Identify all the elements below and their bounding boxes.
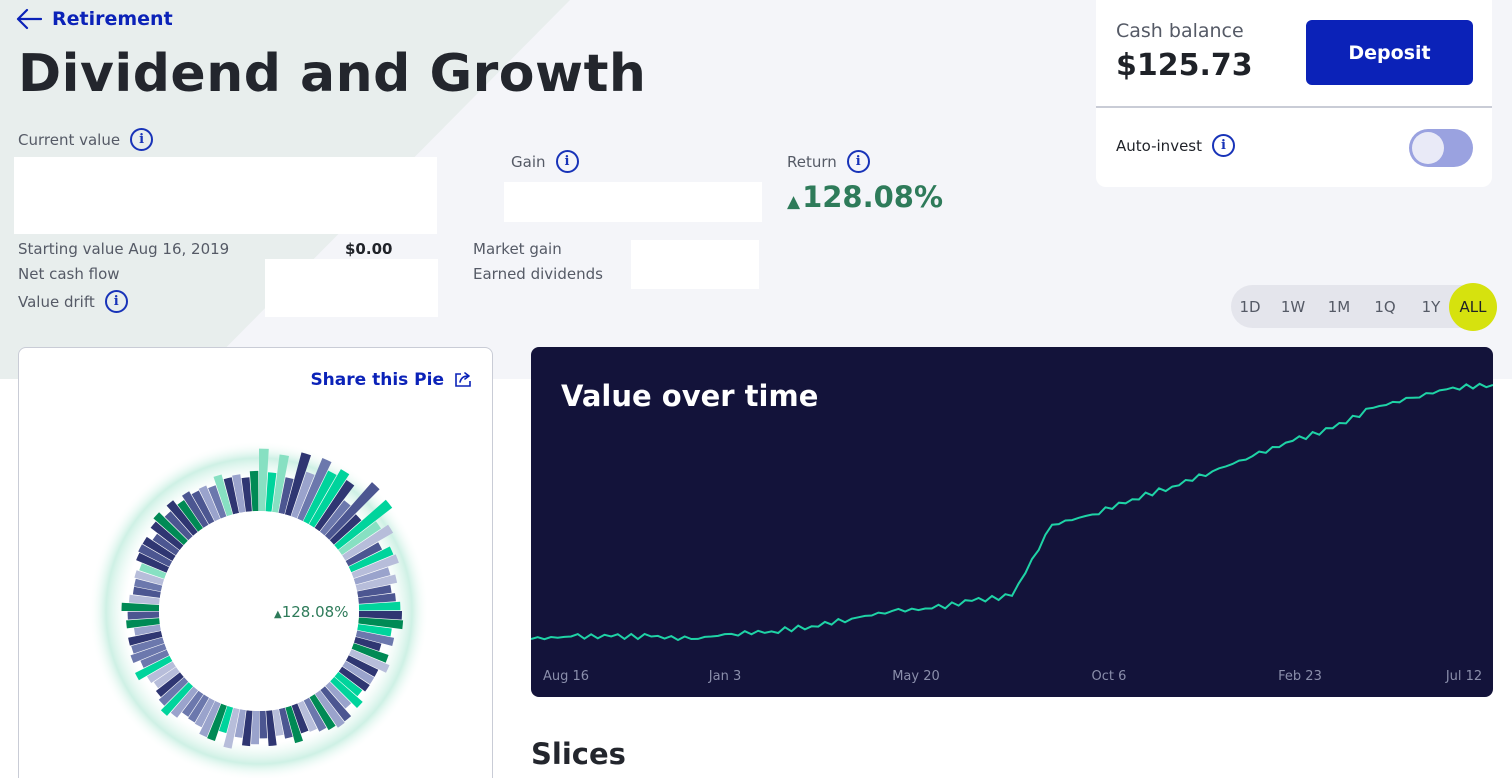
auto-invest-label: Auto-invest [1116,136,1202,155]
net-cash-flow-redacted [265,259,438,317]
arrow-left-icon [16,8,42,30]
info-icon[interactable]: i [104,290,128,313]
pie-center-return-value: 128.08% [281,603,349,621]
x-tick-label: Feb 23 [1278,669,1322,684]
starting-value-label-text: Starting value Aug 16, 2019 [18,240,230,258]
up-triangle-icon: ▲ [787,192,801,212]
value-over-time-chart: Value over time Aug 16 Jan 3 May 20 Oct 6 Fe… [531,347,1493,697]
auto-invest-toggle[interactable] [1409,129,1473,167]
value-drift-label: Value drift [18,292,95,311]
x-tick-label: Jul 12 [1445,669,1483,684]
current-value-label: Current value [18,130,121,149]
line-chart-svg [531,382,1493,642]
earned-dividends-label: Earned dividends [473,265,603,283]
info-icon[interactable]: i [1212,134,1235,157]
range-1d[interactable]: 1D [1239,298,1260,316]
x-tick-label: May 20 [892,669,940,684]
info-icon[interactable]: i [130,128,154,151]
net-cash-flow-label: Net cash flow [18,265,120,283]
current-value-label-row: Current value i [18,128,154,151]
gain-label: Gain [511,152,546,171]
pie-ring-chart [89,441,429,778]
back-link-label: Retirement [52,8,173,30]
range-1w[interactable]: 1W [1281,298,1305,316]
auto-invest-row: Auto-invest i [1116,134,1235,157]
earned-dividends-label-text: Earned dividends [473,265,603,283]
back-link[interactable]: Retirement [16,8,173,30]
starting-value-label: Starting value Aug 16, 2019 [18,240,229,258]
pie-card: Share this Pie ▲128.08% [18,347,493,778]
x-tick-label: Aug 16 [542,669,590,684]
value-line [531,382,1493,642]
toggle-knob [1412,132,1444,164]
return-value: ▲ 128.08% [787,180,943,214]
return-percent: 128.08% [802,180,944,214]
value-drift-label-row: Value drift i [18,290,128,313]
info-icon[interactable]: i [555,150,579,173]
info-icon[interactable]: i [846,150,870,173]
x-tick-label: Jan 3 [708,669,742,684]
page-title: Dividend and Growth [18,44,647,104]
market-values-redacted [631,240,759,289]
x-tick-label: Oct 6 [1091,669,1127,684]
range-1y[interactable]: 1Y [1422,298,1441,316]
cash-balance-label: Cash balance [1116,20,1244,42]
return-label-row: Return i [787,150,870,173]
net-cash-flow-label-text: Net cash flow [18,265,120,283]
market-gain-label: Market gain [473,240,562,258]
current-value-redacted [14,157,437,234]
gain-label-row: Gain i [511,150,579,173]
range-1q[interactable]: 1Q [1374,298,1395,316]
time-range-selector: 1D 1W 1M 1Q 1Y ALL [1231,283,1497,331]
cash-balance-amount: $125.73 [1116,48,1253,83]
range-all[interactable]: ALL [1449,283,1497,331]
slices-heading: Slices [531,737,626,771]
up-triangle-icon: ▲ [274,609,282,620]
return-label: Return [787,152,837,171]
card-divider [1096,106,1492,108]
gain-value-redacted [504,182,762,222]
range-1m[interactable]: 1M [1328,298,1351,316]
market-gain-label-text: Market gain [473,240,562,258]
deposit-button[interactable]: Deposit [1306,20,1473,85]
starting-value-amount: $0.00 [345,240,393,258]
pie-center-return: ▲128.08% [274,603,348,621]
